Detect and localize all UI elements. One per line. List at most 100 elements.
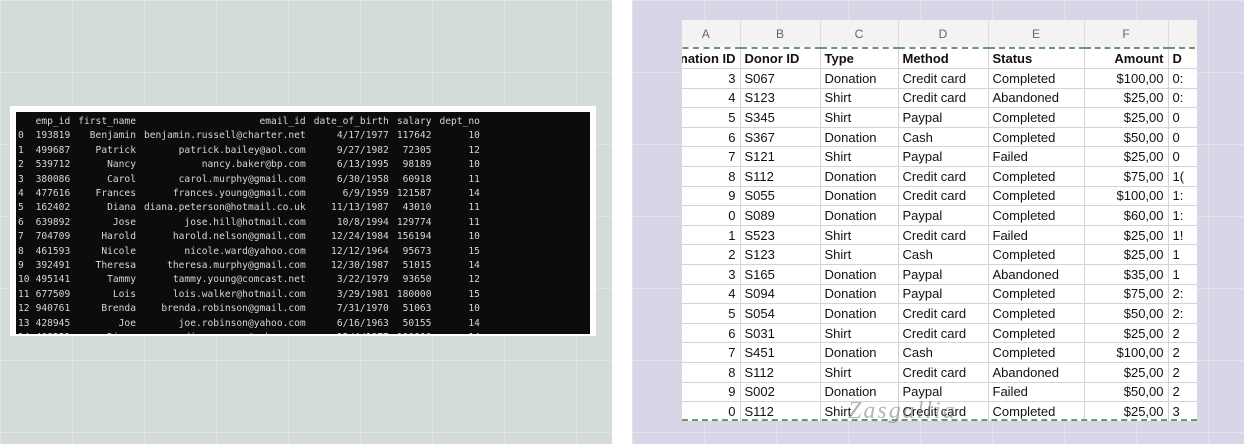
header-cell[interactable]: Status xyxy=(988,48,1085,69)
header-cell[interactable]: Method xyxy=(898,48,989,69)
sheet-cell[interactable]: $50,00 xyxy=(1084,382,1169,403)
sheet-cell[interactable]: Completed xyxy=(988,342,1085,363)
sheet-cell[interactable]: Abandoned xyxy=(988,264,1085,285)
sheet-cell[interactable]: Shirt xyxy=(820,88,899,109)
sheet-cell[interactable]: Paypal xyxy=(898,146,989,167)
header-cell[interactable]: Donor ID xyxy=(740,48,821,69)
sheet-cell[interactable]: S451 xyxy=(740,342,821,363)
sheet-cell[interactable]: Donation xyxy=(820,303,899,324)
sheet-cell[interactable]: S165 xyxy=(740,264,821,285)
sheet-cell[interactable]: Shirt xyxy=(820,362,899,383)
sheet-cell[interactable]: 5 xyxy=(682,107,741,128)
column-letter-header[interactable] xyxy=(1168,20,1197,49)
sheet-cell[interactable]: Completed xyxy=(988,166,1085,187)
sheet-cell[interactable]: Abandoned xyxy=(988,88,1085,109)
sheet-cell[interactable]: Shirt xyxy=(820,107,899,128)
sheet-cell[interactable]: Cash xyxy=(898,127,989,148)
sheet-cell[interactable]: Paypal xyxy=(898,107,989,128)
sheet-cell[interactable]: 0: xyxy=(1168,68,1197,89)
header-cell[interactable]: nation ID xyxy=(682,48,741,69)
sheet-cell[interactable]: S054 xyxy=(740,303,821,324)
sheet-cell[interactable]: Completed xyxy=(988,244,1085,265)
sheet-cell[interactable]: $50,00 xyxy=(1084,303,1169,324)
sheet-cell[interactable]: Credit card xyxy=(898,225,989,246)
sheet-cell[interactable]: Donation xyxy=(820,205,899,226)
sheet-cell[interactable]: $50,00 xyxy=(1084,127,1169,148)
sheet-cell[interactable]: Completed xyxy=(988,323,1085,344)
sheet-cell[interactable]: Cash xyxy=(898,244,989,265)
sheet-cell[interactable]: 4 xyxy=(682,284,741,305)
sheet-cell[interactable]: S367 xyxy=(740,127,821,148)
sheet-cell[interactable]: $100,00 xyxy=(1084,186,1169,207)
sheet-cell[interactable]: Donation xyxy=(820,166,899,187)
sheet-cell[interactable]: 1 xyxy=(682,225,741,246)
sheet-cell[interactable]: S002 xyxy=(740,382,821,403)
sheet-cell[interactable]: 1 xyxy=(1168,244,1197,265)
sheet-cell[interactable]: Credit card xyxy=(898,186,989,207)
sheet-cell[interactable]: 2: xyxy=(1168,284,1197,305)
sheet-cell[interactable]: 5 xyxy=(682,303,741,324)
sheet-cell[interactable]: $60,00 xyxy=(1084,205,1169,226)
sheet-cell[interactable]: $100,00 xyxy=(1084,342,1169,363)
sheet-cell[interactable]: Shirt xyxy=(820,225,899,246)
sheet-cell[interactable]: 7 xyxy=(682,342,741,363)
sheet-cell[interactable]: 2: xyxy=(1168,303,1197,324)
column-letter-header[interactable]: F xyxy=(1084,20,1169,49)
sheet-cell[interactable]: 0 xyxy=(1168,127,1197,148)
sheet-cell[interactable]: Shirt xyxy=(820,323,899,344)
sheet-cell[interactable]: $35,00 xyxy=(1084,264,1169,285)
sheet-cell[interactable]: 1( xyxy=(1168,166,1197,187)
sheet-cell[interactable]: S094 xyxy=(740,284,821,305)
sheet-cell[interactable]: $25,00 xyxy=(1084,107,1169,128)
sheet-cell[interactable]: S031 xyxy=(740,323,821,344)
sheet-cell[interactable]: Completed xyxy=(988,284,1085,305)
sheet-cell[interactable]: S089 xyxy=(740,205,821,226)
sheet-cell[interactable]: S123 xyxy=(740,88,821,109)
sheet-cell[interactable]: S345 xyxy=(740,107,821,128)
sheet-cell[interactable]: 2 xyxy=(1168,362,1197,383)
sheet-cell[interactable]: Credit card xyxy=(898,166,989,187)
sheet-cell[interactable]: S523 xyxy=(740,225,821,246)
sheet-cell[interactable]: $25,00 xyxy=(1084,225,1169,246)
sheet-cell[interactable]: $75,00 xyxy=(1084,166,1169,187)
sheet-cell[interactable]: Credit card xyxy=(898,323,989,344)
sheet-cell[interactable]: $75,00 xyxy=(1084,284,1169,305)
sheet-cell[interactable]: Completed xyxy=(988,205,1085,226)
sheet-cell[interactable]: Donation xyxy=(820,186,899,207)
sheet-cell[interactable]: S112 xyxy=(740,362,821,383)
sheet-cell[interactable]: Credit card xyxy=(898,303,989,324)
sheet-cell[interactable]: Shirt xyxy=(820,146,899,167)
sheet-cell[interactable]: Donation xyxy=(820,68,899,89)
sheet-cell[interactable]: Failed xyxy=(988,146,1085,167)
sheet-cell[interactable]: 2 xyxy=(1168,323,1197,344)
sheet-cell[interactable]: Cash xyxy=(898,342,989,363)
sheet-cell[interactable]: $25,00 xyxy=(1084,323,1169,344)
sheet-cell[interactable]: Credit card xyxy=(898,362,989,383)
sheet-cell[interactable]: 2 xyxy=(1168,342,1197,363)
sheet-cell[interactable]: 1! xyxy=(1168,225,1197,246)
spreadsheet[interactable]: A B C D E Fnation ID Donor ID Type Method Status A… xyxy=(682,20,1197,422)
sheet-cell[interactable]: S121 xyxy=(740,146,821,167)
sheet-cell[interactable]: 0: xyxy=(1168,88,1197,109)
column-letter-header[interactable]: C xyxy=(820,20,899,49)
sheet-cell[interactable]: 2 xyxy=(682,244,741,265)
sheet-cell[interactable]: 1 xyxy=(1168,264,1197,285)
sheet-cell[interactable]: 3 xyxy=(682,264,741,285)
sheet-cell[interactable]: 9 xyxy=(682,186,741,207)
sheet-cell[interactable]: Paypal xyxy=(898,205,989,226)
column-letter-header[interactable]: D xyxy=(898,20,989,49)
sheet-cell[interactable]: $100,00 xyxy=(1084,68,1169,89)
header-cell[interactable]: D xyxy=(1168,48,1197,69)
sheet-cell[interactable]: S055 xyxy=(740,186,821,207)
sheet-cell[interactable]: Credit card xyxy=(898,88,989,109)
header-cell[interactable]: Amount xyxy=(1084,48,1169,69)
sheet-cell[interactable]: Completed xyxy=(988,303,1085,324)
sheet-cell[interactable]: 2 xyxy=(1168,382,1197,403)
column-letter-header[interactable]: B xyxy=(740,20,821,49)
sheet-cell[interactable]: Failed xyxy=(988,382,1085,403)
sheet-cell[interactable]: Abandoned xyxy=(988,362,1085,383)
sheet-cell[interactable]: Credit card xyxy=(898,68,989,89)
sheet-cell[interactable]: 8 xyxy=(682,362,741,383)
sheet-cell[interactable]: Paypal xyxy=(898,284,989,305)
sheet-cell[interactable]: Failed xyxy=(988,225,1085,246)
